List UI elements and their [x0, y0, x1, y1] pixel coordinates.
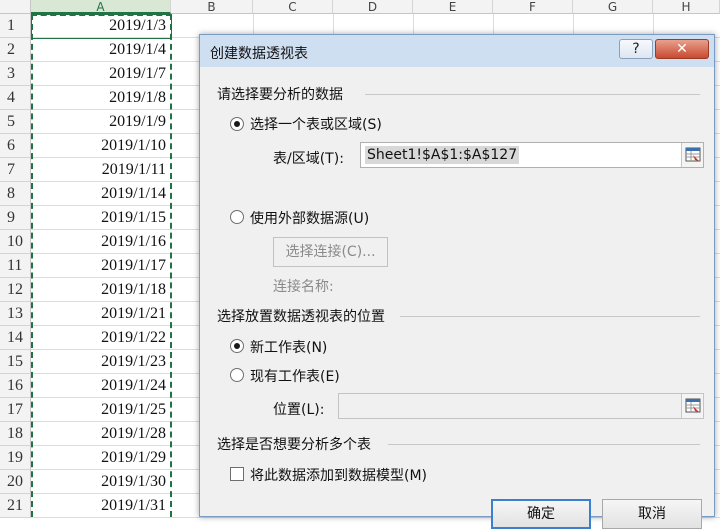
divider [388, 444, 700, 445]
row-header[interactable]: 8 [0, 182, 31, 206]
location-label: 位置(L): [273, 402, 325, 418]
column-header-f[interactable]: F [493, 0, 573, 14]
row-header[interactable]: 19 [0, 446, 31, 470]
cell-a9[interactable]: 2019/1/15 [31, 206, 171, 230]
section-location-heading: 选择放置数据透视表的位置 [217, 309, 385, 325]
column-header-e[interactable]: E [413, 0, 493, 14]
radio-external-label[interactable]: 使用外部数据源(U) [250, 208, 369, 228]
row-header[interactable]: 16 [0, 374, 31, 398]
cell-a12[interactable]: 2019/1/18 [31, 278, 171, 302]
help-button[interactable]: ? [619, 39, 653, 59]
close-button[interactable]: ✕ [655, 39, 709, 59]
row-header[interactable]: 10 [0, 230, 31, 254]
cell-a3[interactable]: 2019/1/7 [31, 62, 171, 86]
cell-a13[interactable]: 2019/1/21 [31, 302, 171, 326]
row-header[interactable]: 13 [0, 302, 31, 326]
range-select-icon[interactable] [681, 394, 703, 418]
row-header[interactable]: 21 [0, 494, 31, 518]
data-model-checkbox[interactable] [230, 467, 244, 481]
radio-new-sheet-label[interactable]: 新工作表(N) [250, 337, 327, 357]
column-header-h[interactable]: H [653, 0, 720, 14]
cancel-button[interactable]: 取消 [602, 499, 702, 529]
cell-a7[interactable]: 2019/1/11 [31, 158, 171, 182]
radio-existing-sheet-label[interactable]: 现有工作表(E) [250, 366, 340, 386]
radio-table-range-label[interactable]: 选择一个表或区域(S) [250, 114, 382, 134]
create-pivot-dialog: 创建数据透视表 ? ✕ 请选择要分析的数据 选择一个表或区域(S) 表/区域(T… [199, 34, 715, 529]
row-header[interactable]: 9 [0, 206, 31, 230]
cell-a10[interactable]: 2019/1/16 [31, 230, 171, 254]
divider [365, 94, 700, 95]
range-input[interactable]: Sheet1!$A$1:$A$127 [360, 142, 704, 168]
radio-external[interactable] [230, 210, 244, 224]
cell-a18[interactable]: 2019/1/28 [31, 422, 171, 446]
column-header-b[interactable]: B [171, 0, 253, 14]
cell-a16[interactable]: 2019/1/24 [31, 374, 171, 398]
cell-a21[interactable]: 2019/1/31 [31, 494, 171, 518]
row-header[interactable]: 14 [0, 326, 31, 350]
row-header[interactable]: 2 [0, 38, 31, 62]
section-multi-table-heading: 选择是否想要分析多个表 [217, 437, 371, 453]
row-header[interactable]: 6 [0, 134, 31, 158]
section-data-heading: 请选择要分析的数据 [217, 87, 343, 103]
cell-a11[interactable]: 2019/1/17 [31, 254, 171, 278]
row-header[interactable]: 20 [0, 470, 31, 494]
location-input[interactable] [338, 393, 704, 419]
range-label: 表/区域(T): [273, 151, 344, 167]
row-header[interactable]: 12 [0, 278, 31, 302]
radio-new-sheet[interactable] [230, 339, 244, 353]
active-cell [31, 14, 172, 39]
cell-a6[interactable]: 2019/1/10 [31, 134, 171, 158]
cell-a2[interactable]: 2019/1/4 [31, 38, 171, 62]
cell-a4[interactable]: 2019/1/8 [31, 86, 171, 110]
range-value: Sheet1!$A$1:$A$127 [365, 146, 520, 164]
cell-a5[interactable]: 2019/1/9 [31, 110, 171, 134]
row-header[interactable]: 11 [0, 254, 31, 278]
column-header-a[interactable]: A [31, 0, 171, 14]
column-header-c[interactable]: C [253, 0, 333, 14]
radio-table-range[interactable] [230, 117, 244, 131]
select-all-corner[interactable] [0, 0, 31, 14]
column-header-d[interactable]: D [333, 0, 413, 14]
dialog-titlebar: 创建数据透视表 ? ✕ [200, 35, 714, 67]
row-header[interactable]: 18 [0, 422, 31, 446]
connection-name-label: 连接名称: [273, 279, 334, 295]
row-header[interactable]: 1 [0, 14, 31, 38]
column-header-g[interactable]: G [573, 0, 653, 14]
range-select-icon[interactable] [681, 143, 703, 167]
cell-a19[interactable]: 2019/1/29 [31, 446, 171, 470]
data-model-label[interactable]: 将此数据添加到数据模型(M) [250, 465, 427, 485]
choose-connection-button[interactable]: 选择连接(C)... [273, 237, 388, 267]
radio-existing-sheet[interactable] [230, 368, 244, 382]
dialog-title: 创建数据透视表 [210, 46, 308, 62]
cell-a15[interactable]: 2019/1/23 [31, 350, 171, 374]
cell-a20[interactable]: 2019/1/30 [31, 470, 171, 494]
divider [400, 316, 700, 317]
row-header[interactable]: 4 [0, 86, 31, 110]
row-header[interactable]: 17 [0, 398, 31, 422]
ok-button[interactable]: 确定 [491, 499, 591, 529]
cell-a17[interactable]: 2019/1/25 [31, 398, 171, 422]
row-header[interactable]: 5 [0, 110, 31, 134]
row-header[interactable]: 7 [0, 158, 31, 182]
cell-a14[interactable]: 2019/1/22 [31, 326, 171, 350]
row-header[interactable]: 15 [0, 350, 31, 374]
row-header[interactable]: 3 [0, 62, 31, 86]
cell-a8[interactable]: 2019/1/14 [31, 182, 171, 206]
